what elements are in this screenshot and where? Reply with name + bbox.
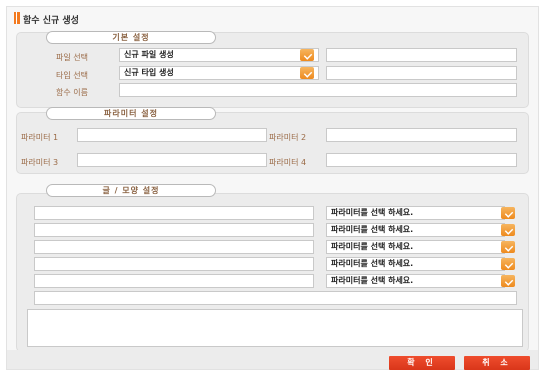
type-select-dropdown-icon[interactable] [300, 67, 314, 79]
param1-label: 파라미터 1 [21, 133, 59, 142]
style-param-select-3[interactable]: 파라미터를 선택 하세요. [326, 240, 505, 254]
type-select-field[interactable]: 신규 타입 생성 [119, 66, 319, 80]
file-extra-field[interactable] [326, 48, 517, 62]
parameter-settings-legend: 파라미터 설정 [46, 107, 216, 120]
style-text-field-5[interactable] [34, 274, 314, 288]
style-param-select-4[interactable]: 파라미터를 선택 하세요. [326, 257, 505, 271]
type-select-label: 타입 선택 [56, 71, 88, 80]
title-bar: 함수 신규 생성 [7, 7, 538, 29]
style-text-field-4[interactable] [34, 257, 314, 271]
style-param-select-2[interactable]: 파라미터를 선택 하세요. [326, 223, 505, 237]
style-text-field-1[interactable] [34, 206, 314, 220]
style-param-select-1[interactable]: 파라미터를 선택 하세요. [326, 206, 505, 220]
type-extra-field[interactable] [326, 66, 517, 80]
style-param-dropdown-icon-1[interactable] [501, 207, 515, 219]
ok-button[interactable]: 확 인 [389, 356, 455, 370]
title-bar-icon [14, 12, 20, 24]
file-select-label: 파일 선택 [56, 53, 88, 62]
style-text-field-3[interactable] [34, 240, 314, 254]
function-name-label: 함수 이름 [56, 88, 88, 97]
style-param-dropdown-icon-2[interactable] [501, 224, 515, 236]
param3-field[interactable] [77, 153, 267, 167]
preview-area[interactable] [27, 309, 523, 347]
function-name-field[interactable] [119, 83, 517, 97]
text-style-legend: 글 / 모양 설정 [46, 184, 216, 197]
window-title: 함수 신규 생성 [23, 16, 79, 26]
dialog-footer [7, 350, 538, 369]
param2-field[interactable] [326, 128, 517, 142]
style-param-dropdown-icon-5[interactable] [501, 275, 515, 287]
param2-label: 파라미터 2 [269, 133, 307, 142]
style-param-dropdown-icon-4[interactable] [501, 258, 515, 270]
style-param-select-5[interactable]: 파라미터를 선택 하세요. [326, 274, 505, 288]
style-param-dropdown-icon-3[interactable] [501, 241, 515, 253]
style-text-field-2[interactable] [34, 223, 314, 237]
file-select-dropdown-icon[interactable] [300, 49, 314, 61]
basic-settings-legend: 기본 설정 [46, 31, 216, 44]
param4-field[interactable] [326, 153, 517, 167]
param3-label: 파라미터 3 [21, 158, 59, 167]
param1-field[interactable] [77, 128, 267, 142]
cancel-button[interactable]: 취 소 [464, 356, 530, 370]
param4-label: 파라미터 4 [269, 158, 307, 167]
function-create-dialog: 함수 신규 생성 기본 설정 파일 선택 신규 파일 생성 타입 선택 신규 타… [6, 6, 539, 370]
style-summary-field[interactable] [34, 291, 517, 305]
file-select-field[interactable]: 신규 파일 생성 [119, 48, 319, 62]
